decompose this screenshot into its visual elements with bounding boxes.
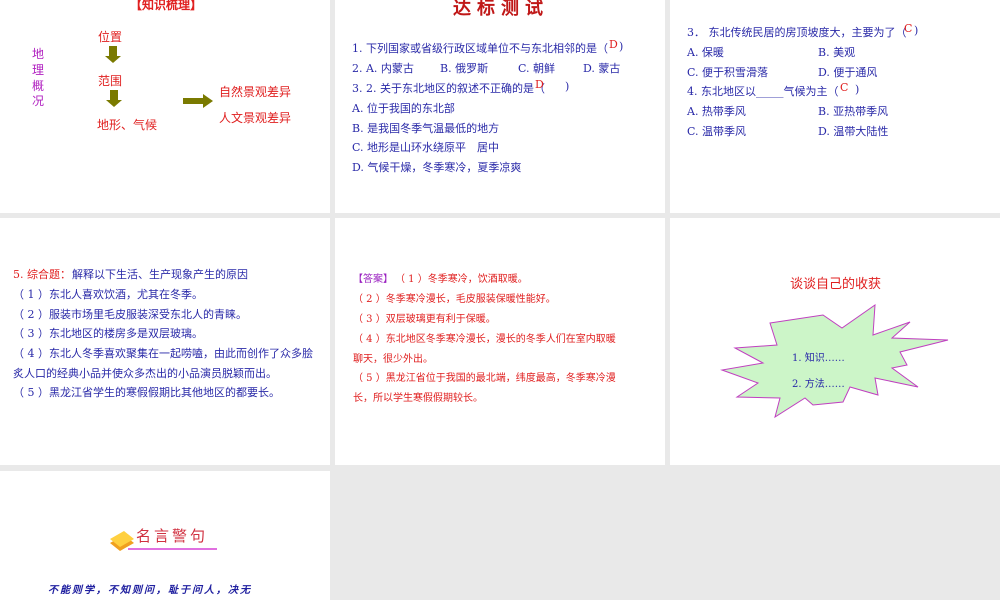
flow-item: 范围 [98,74,123,88]
question-line: 1. 下列国家或省级行政区域单位不与东北相邻的是（ [352,42,608,55]
flow-item: 地形、气候 [97,118,158,132]
slide-title: 【知识梳理】 [130,0,203,12]
answer-line: （ 4 ）东北地区冬季寒冷漫长，漫长的冬季人们在室内取暖 [353,334,616,345]
sub-question: （ 2 ）服装市场里毛皮服装深受东北人的青睐。 [13,308,247,321]
option: B. 是我国冬季气温最低的地方 [352,122,500,135]
quote-text: 不能则学，不知则问，耻于问人，决无 [48,585,252,596]
arrow-down-icon [106,90,122,107]
answer-line: 聊天，很少外出。 [353,354,433,365]
answer-mark: C [840,81,849,94]
slide-5[interactable]: 【答案】 （ 1 ）冬季寒冷，饮酒取暖。 （ 2 ）冬季寒冷漫长，毛皮服装保暖性… [335,218,665,465]
option: C. 朝鲜 [518,62,556,75]
option: D. 蒙古 [583,62,621,75]
answer-mark: D [609,38,618,51]
sub-question: （ 4 ）东北人冬季喜欢聚集在一起唠嗑，由此而创作了众多脍 [13,347,313,360]
result-item: 自然景观差异 [219,85,292,99]
sub-question: （ 5 ）黑龙江省学生的寒假假期比其他地区的都要长。 [13,386,280,399]
starburst-shape [720,303,949,419]
slide-title: 名言警句 [136,527,209,545]
flow-item: 位置 [98,30,123,44]
option: B. 美观 [818,46,856,59]
paren-close: ) [914,24,919,37]
arrow-right-icon [183,94,213,108]
slide-2[interactable]: 达标测试 1. 下列国家或省级行政区域单位不与东北相邻的是（ D ) 2. A.… [335,0,665,213]
side-char: 理 [32,63,45,77]
answer-label: 【答案】 [353,274,393,285]
option: C. 便于积雪滑落 [687,66,769,79]
option: D. 温带大陆性 [818,125,889,138]
option: D. 便于通风 [818,66,878,79]
option: C. 温带季风 [687,125,747,138]
option: C. 地形是山环水绕原平 居中 [352,141,500,154]
paren-close: ) [855,83,860,96]
slide-title: 达标测试 [453,0,549,19]
question-label: 5. 综合题： [13,268,71,281]
option: B. 俄罗斯 [440,62,489,75]
slide-3[interactable]: 3． 东北传统民居的房顶坡度大，主要为了（ C ) A. 保暖 B. 美观 C.… [670,0,1000,213]
takeaway-item: 2. 方法…… [792,379,845,390]
answer-line: （ 5 ）黑龙江省位于我国的最北端，纬度最高，冬季寒冷漫 [353,373,616,384]
sub-question: 炙人口的经典小品并使众多杰出的小品演员脱颖而出。 [13,367,277,380]
slide-1[interactable]: 【知识梳理】 地 理 概 况 位置 范围 地形、气候 自然景观差异 人文景观差异 [0,0,330,213]
option: B. 亚热带季风 [818,105,889,118]
option: A. 保暖 [687,46,724,59]
answer-line: （ 1 ）冬季寒冷，饮酒取暖。 [395,274,528,285]
question-line: 3. 2. 关于东北地区的叙述不正确的是（ [352,82,545,95]
paren-close: ) [619,40,624,53]
slide-6[interactable]: 谈谈自己的收获 1. 知识…… 2. 方法…… [670,218,1000,465]
answer-line: （ 3 ）双层玻璃更有利于保暖。 [353,314,496,325]
arrow-down-icon [105,46,121,63]
slide-7[interactable]: 名言警句 不能则学，不知则问，耻于问人，决无 [0,471,330,600]
option: A. 位于我国的东北部 [352,102,455,115]
option: D. 气候干燥，冬季寒冷，夏季凉爽 [352,161,522,174]
paren-close: ) [565,80,570,93]
question-line: 3． 东北传统民居的房顶坡度大，主要为了（ [687,26,907,39]
sub-question: （ 1 ）东北人喜欢饮酒，尤其在冬季。 [13,288,203,301]
answer-mark: C [904,22,913,35]
answer-mark: D [535,78,544,91]
question-intro: 解释以下生活、生产现象产生的原因 [72,268,248,281]
sub-question: （ 3 ）东北地区的楼房多是双层玻璃。 [13,327,203,340]
slide-4[interactable]: 5. 综合题： 解释以下生活、生产现象产生的原因 （ 1 ）东北人喜欢饮酒，尤其… [0,218,330,465]
side-char: 地 [32,47,45,61]
question-line: 4. 东北地区以_____气候为主（ [687,85,839,98]
takeaway-item: 1. 知识…… [792,353,845,364]
option: A. 热带季风 [687,105,746,118]
result-item: 人文景观差异 [219,111,292,125]
option: 2. A. 内蒙古 [352,62,414,75]
title-underline [128,548,217,550]
answer-line: （ 2 ）冬季寒冷漫长，毛皮服装保暖性能好。 [353,294,556,305]
side-char: 况 [32,94,45,108]
answer-line: 长，所以学生寒假假期较长。 [353,393,483,404]
